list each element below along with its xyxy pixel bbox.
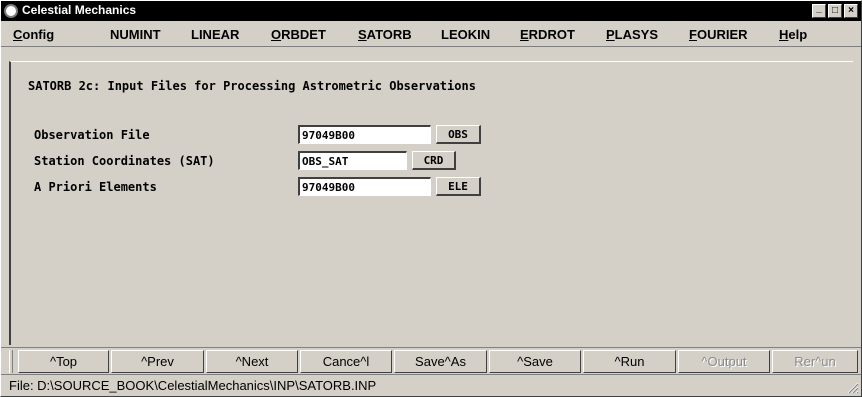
rerun-button[interactable]: Rer^un <box>772 350 858 373</box>
menu-leokin[interactable]: LEOKIN <box>441 27 490 42</box>
menu-numint[interactable]: NUMINT <box>110 27 161 42</box>
menu-orbdet[interactable]: ORBDET <box>271 27 326 42</box>
a-priori-elements-input[interactable] <box>298 177 431 196</box>
save-button[interactable]: ^Save <box>489 350 581 373</box>
prev-button[interactable]: ^Prev <box>111 350 204 373</box>
toolbar-grip[interactable] <box>9 350 13 373</box>
menu-plasys[interactable]: PLASYS <box>606 27 658 42</box>
window-controls: _ □ × <box>812 2 858 18</box>
ele-browse-button[interactable]: ELE <box>436 177 481 196</box>
next-button[interactable]: ^Next <box>206 350 298 373</box>
maximize-icon: □ <box>831 5 839 16</box>
menu-linear[interactable]: LINEAR <box>191 27 239 42</box>
title-bar[interactable]: Celestial Mechanics _ □ × <box>1 1 861 21</box>
minimize-icon: _ <box>816 2 822 14</box>
menu-fourier[interactable]: FOURIER <box>689 27 748 42</box>
station-coordinates-input[interactable] <box>298 151 407 170</box>
menu-config[interactable]: Config <box>13 27 54 42</box>
window-title: Celestial Mechanics <box>22 3 137 17</box>
menu-bar: Config NUMINT LINEAR ORBDET SATORB LEOKI… <box>1 21 861 47</box>
obs-browse-button[interactable]: OBS <box>436 125 481 144</box>
resize-grip-icon[interactable] <box>847 382 859 394</box>
panel-title: SATORB 2c: Input Files for Processing As… <box>28 79 476 93</box>
app-icon[interactable] <box>4 4 18 18</box>
menu-help[interactable]: Help <box>779 27 807 42</box>
menu-erdrot[interactable]: ERDROT <box>520 27 575 42</box>
close-button[interactable]: × <box>844 4 858 18</box>
output-button[interactable]: ^Output <box>678 350 770 373</box>
observation-file-label: Observation File <box>34 128 150 142</box>
run-button[interactable]: ^Run <box>583 350 676 373</box>
status-bar: File: D:\SOURCE_BOOK\CelestialMechanics\… <box>1 374 861 396</box>
close-icon: × <box>848 5 854 16</box>
status-file-path: File: D:\SOURCE_BOOK\CelestialMechanics\… <box>9 378 377 393</box>
button-bar: ^Top ^Prev ^Next Cance^l Save^As ^Save ^… <box>1 347 861 374</box>
save-as-button[interactable]: Save^As <box>394 350 487 373</box>
a-priori-elements-label: A Priori Elements <box>34 180 157 194</box>
maximize-button[interactable]: □ <box>828 4 842 18</box>
menu-satorb[interactable]: SATORB <box>358 27 412 42</box>
top-button[interactable]: ^Top <box>18 350 109 373</box>
app-window: Celestial Mechanics _ □ × Config NUMINT … <box>0 0 862 397</box>
input-panel <box>9 61 853 345</box>
cancel-button[interactable]: Cance^l <box>300 350 392 373</box>
station-coordinates-label: Station Coordinates (SAT) <box>34 154 215 168</box>
observation-file-input[interactable] <box>298 125 431 144</box>
minimize-button[interactable]: _ <box>812 2 826 18</box>
crd-browse-button[interactable]: CRD <box>412 151 456 170</box>
